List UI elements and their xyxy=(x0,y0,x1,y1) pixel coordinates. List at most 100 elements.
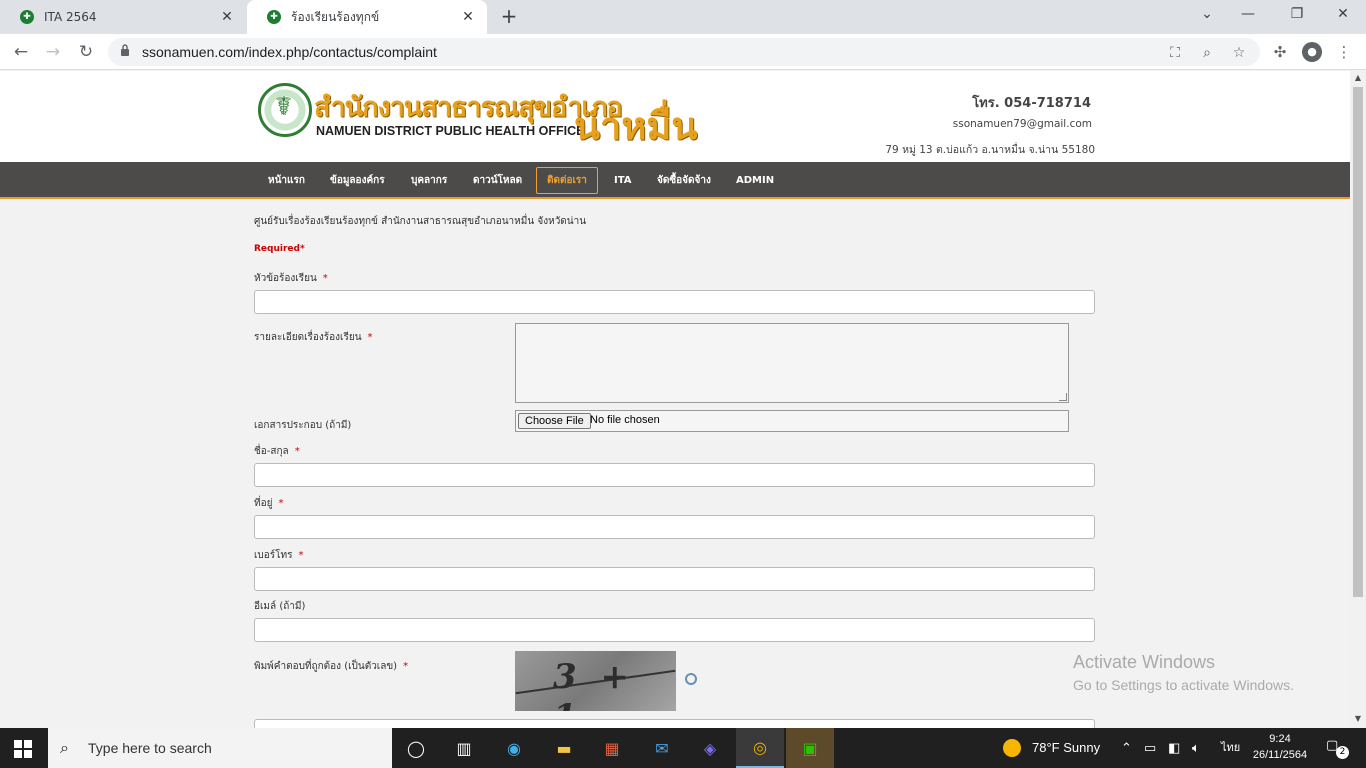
forward-icon[interactable]: → xyxy=(42,41,64,63)
required-note: Required* xyxy=(254,244,305,254)
scroll-thumb[interactable] xyxy=(1353,87,1363,597)
details-label: รายละเอียดเรื่องร้องเรียน * xyxy=(254,332,373,343)
captcha-text: 3 + 1 xyxy=(553,657,635,711)
cortana-icon[interactable]: ◯ xyxy=(392,728,440,768)
file-status: No file chosen xyxy=(590,414,660,426)
edge-icon[interactable]: ◉ xyxy=(490,728,538,768)
scroll-down-icon[interactable]: ▼ xyxy=(1353,714,1363,723)
address-input[interactable] xyxy=(254,515,1095,539)
taskbar-clock[interactable]: 9:24 26/11/2564 xyxy=(1252,731,1308,763)
line-app-icon[interactable]: ▣ xyxy=(786,728,834,768)
nav-download[interactable]: ดาวน์โหลด xyxy=(463,167,532,194)
logo-english-text: NAMUEN DISTRICT PUBLIC HEALTH OFFICE xyxy=(316,124,585,138)
close-tab-icon[interactable]: ✕ xyxy=(459,9,477,25)
contact-email: ssonamuen79@gmail.com xyxy=(952,118,1092,130)
new-tab-icon[interactable]: + xyxy=(498,6,520,28)
name-label: ชื่อ-สกุล * xyxy=(254,446,300,457)
network-icon[interactable]: ▭ xyxy=(1144,728,1156,768)
chrome-icon[interactable]: ◎ xyxy=(736,728,784,768)
tab-complaint[interactable]: ✚ ร้องเรียนร้องทุกข์ ✕ xyxy=(247,0,487,34)
name-input[interactable] xyxy=(254,463,1095,487)
activate-windows-title: Activate Windows xyxy=(1073,652,1216,672)
scroll-up-icon[interactable]: ▲ xyxy=(1353,73,1363,82)
notification-count: 2 xyxy=(1336,746,1349,759)
input-method-icon[interactable]: ◧ xyxy=(1168,728,1180,768)
page-viewport: สำนักงานสาธารณสุขอำเภอ NAMUEN DISTRICT P… xyxy=(0,71,1350,728)
search-icon: ⌕ xyxy=(60,738,69,757)
nav-home[interactable]: หน้าแรก xyxy=(258,167,315,194)
nav-ita[interactable]: ITA xyxy=(604,167,642,194)
windows-start-icon[interactable] xyxy=(14,740,32,758)
profile-avatar-icon[interactable]: ● xyxy=(1302,42,1322,62)
site-logo[interactable]: สำนักงานสาธารณสุขอำเภอ NAMUEN DISTRICT P… xyxy=(258,81,700,153)
site-header: สำนักงานสาธารณสุขอำเภอ NAMUEN DISTRICT P… xyxy=(0,71,1350,162)
ms-store-icon[interactable]: ▦ xyxy=(588,728,636,768)
lock-icon xyxy=(121,44,129,56)
bookmark-star-icon[interactable]: ☆ xyxy=(1230,44,1248,62)
captcha-refresh-icon[interactable] xyxy=(685,673,697,685)
phone-input[interactable] xyxy=(254,567,1095,591)
nav-procurement[interactable]: จัดซื้อจัดจ้าง xyxy=(647,167,721,194)
email-input[interactable] xyxy=(254,618,1095,642)
captcha-answer-input[interactable] xyxy=(254,719,1095,728)
menu-kebab-icon[interactable]: ⋮ xyxy=(1334,42,1354,62)
close-tab-icon[interactable]: ✕ xyxy=(218,9,236,25)
tab-title: ร้องเรียนร้องทุกข์ xyxy=(291,9,380,24)
file-explorer-icon[interactable]: ▬ xyxy=(540,728,588,768)
site-favicon-icon: ✚ xyxy=(20,10,34,24)
ministry-seal-icon xyxy=(258,83,312,137)
attachment-file-input[interactable]: Choose File No file chosen xyxy=(515,410,1069,432)
tab-search-icon[interactable]: ⌄ xyxy=(1197,6,1217,22)
logo-thai-name: นาหมื่น xyxy=(574,104,698,148)
mail-icon[interactable]: ✉ xyxy=(638,728,686,768)
volume-icon[interactable]: 🔈︎ xyxy=(1192,728,1200,768)
tab-ita[interactable]: ✚ ITA 2564 ✕ xyxy=(0,0,246,34)
nav-admin[interactable]: ADMIN xyxy=(726,167,784,194)
zoom-icon[interactable]: ⌕ xyxy=(1198,44,1216,62)
browser-tabbar: ✚ ITA 2564 ✕ ✚ ร้องเรียนร้องทุกข์ ✕ + ⌄ … xyxy=(0,0,1366,34)
address-bar[interactable]: ssonamuen.com/index.php/contactus/compla… xyxy=(108,38,1260,66)
contact-address: 79 หมู่ 13 ต.บ่อแก้ว อ.นาหมื่น จ.น่าน 55… xyxy=(885,144,1095,156)
nav-organization[interactable]: ข้อมูลองค์กร xyxy=(320,167,395,194)
phone-label: เบอร์โทร * xyxy=(254,550,304,561)
subject-label: หัวข้อร้องเรียน * xyxy=(254,273,328,284)
back-icon[interactable]: ← xyxy=(10,41,32,63)
tray-chevron-icon[interactable]: ⌃ xyxy=(1121,728,1132,768)
url-text: ssonamuen.com/index.php/contactus/compla… xyxy=(142,44,437,60)
windows-taskbar: ⌕ Type here to search ◯ ▥ ◉ ▬ ▦ ✉ ◈ ◎ ▣ … xyxy=(0,728,1366,768)
webex-icon[interactable]: ◈ xyxy=(686,728,734,768)
weather-sun-icon xyxy=(1003,739,1021,757)
browser-toolbar: ← → ↻ ssonamuen.com/index.php/contactus/… xyxy=(0,34,1366,70)
taskbar-search[interactable]: ⌕ Type here to search xyxy=(48,728,392,768)
nav-personnel[interactable]: บุคลากร xyxy=(401,167,457,194)
form-intro: ศูนย์รับเรื่องร้องเรียนร้องทุกข์ สำนักงา… xyxy=(254,216,587,227)
extensions-icon[interactable]: ✣ xyxy=(1270,42,1290,62)
resize-grip-icon[interactable] xyxy=(1059,393,1067,401)
attachment-label: เอกสารประกอบ (ถ้ามี) xyxy=(254,420,352,431)
weather-text[interactable]: 78°F Sunny xyxy=(1032,728,1100,768)
reload-icon[interactable]: ↻ xyxy=(75,41,97,63)
choose-file-button[interactable]: Choose File xyxy=(518,413,591,429)
language-indicator[interactable]: ไทย xyxy=(1221,728,1240,768)
contact-phone: โทร. 054-718714 xyxy=(972,96,1091,111)
restore-icon[interactable]: ❐ xyxy=(1287,6,1307,22)
taskbar-search-placeholder: Type here to search xyxy=(88,740,212,756)
translate-icon[interactable]: ⛶ xyxy=(1166,44,1184,62)
task-view-icon[interactable]: ▥ xyxy=(440,728,488,768)
notification-icon[interactable]: ▢ 2 xyxy=(1326,738,1349,759)
email-label: อีเมล์ (ถ้ามี) xyxy=(254,601,306,612)
minimize-icon[interactable]: — xyxy=(1238,6,1258,22)
site-favicon-icon: ✚ xyxy=(267,10,281,24)
close-window-icon[interactable]: ✕ xyxy=(1333,6,1353,22)
page-scrollbar[interactable]: ▲ ▼ xyxy=(1350,71,1366,728)
clock-time: 9:24 xyxy=(1269,733,1291,745)
activate-windows-subtitle: Go to Settings to activate Windows. xyxy=(1073,677,1294,693)
nav-contact[interactable]: ติดต่อเรา xyxy=(536,167,598,194)
main-navbar: หน้าแรก ข้อมูลองค์กร บุคลากร ดาวน์โหลด ต… xyxy=(0,162,1350,199)
details-textarea[interactable] xyxy=(515,323,1069,403)
subject-input[interactable] xyxy=(254,290,1095,314)
clock-date: 26/11/2564 xyxy=(1252,749,1308,761)
tab-title: ITA 2564 xyxy=(44,10,97,24)
captcha-image: 3 + 1 xyxy=(515,651,676,711)
address-label: ที่อยู่ * xyxy=(254,498,284,509)
